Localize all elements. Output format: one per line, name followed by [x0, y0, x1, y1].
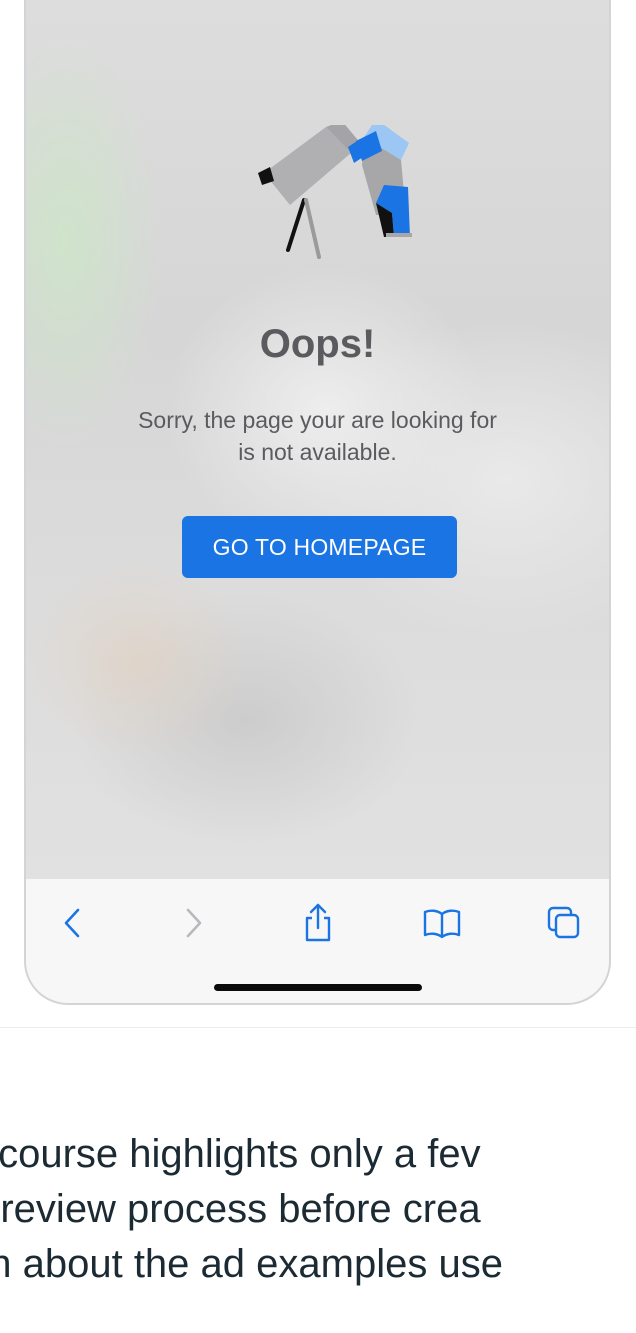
- share-icon: [305, 903, 331, 942]
- bookmarks-button[interactable]: [422, 901, 462, 945]
- course-paragraph-line-3: on about the ad examples use: [0, 1242, 503, 1286]
- tabs-icon: [547, 906, 580, 939]
- home-indicator: [214, 984, 422, 991]
- course-paragraph: s course highlights only a fev g review …: [0, 1127, 636, 1292]
- telescope-person-illustration: [258, 125, 412, 259]
- back-button[interactable]: [52, 901, 92, 945]
- error-message: Sorry, the page your are looking for is …: [86, 404, 549, 468]
- chevron-left-icon: [64, 908, 80, 938]
- error-message-line-1: Sorry, the page your are looking for: [138, 407, 497, 433]
- go-to-homepage-button[interactable]: GO TO HOMEPAGE: [182, 516, 457, 578]
- course-paragraph-line-1: s course highlights only a fev: [0, 1132, 481, 1176]
- book-icon: [423, 909, 461, 939]
- course-paragraph-line-2: g review process before crea: [0, 1187, 481, 1231]
- section-divider: [0, 1027, 636, 1028]
- share-button[interactable]: [298, 901, 338, 945]
- forward-button[interactable]: [174, 901, 214, 945]
- error-message-line-2: is not available.: [238, 439, 397, 465]
- error-title: Oops!: [259, 322, 376, 366]
- browser-toolbar: [26, 878, 609, 1003]
- chevron-right-icon: [186, 908, 202, 938]
- tabs-button[interactable]: [544, 901, 584, 945]
- phone-mockup: Oops! Sorry, the page your are looking f…: [24, 0, 611, 1005]
- page: Oops! Sorry, the page your are looking f…: [0, 0, 636, 1333]
